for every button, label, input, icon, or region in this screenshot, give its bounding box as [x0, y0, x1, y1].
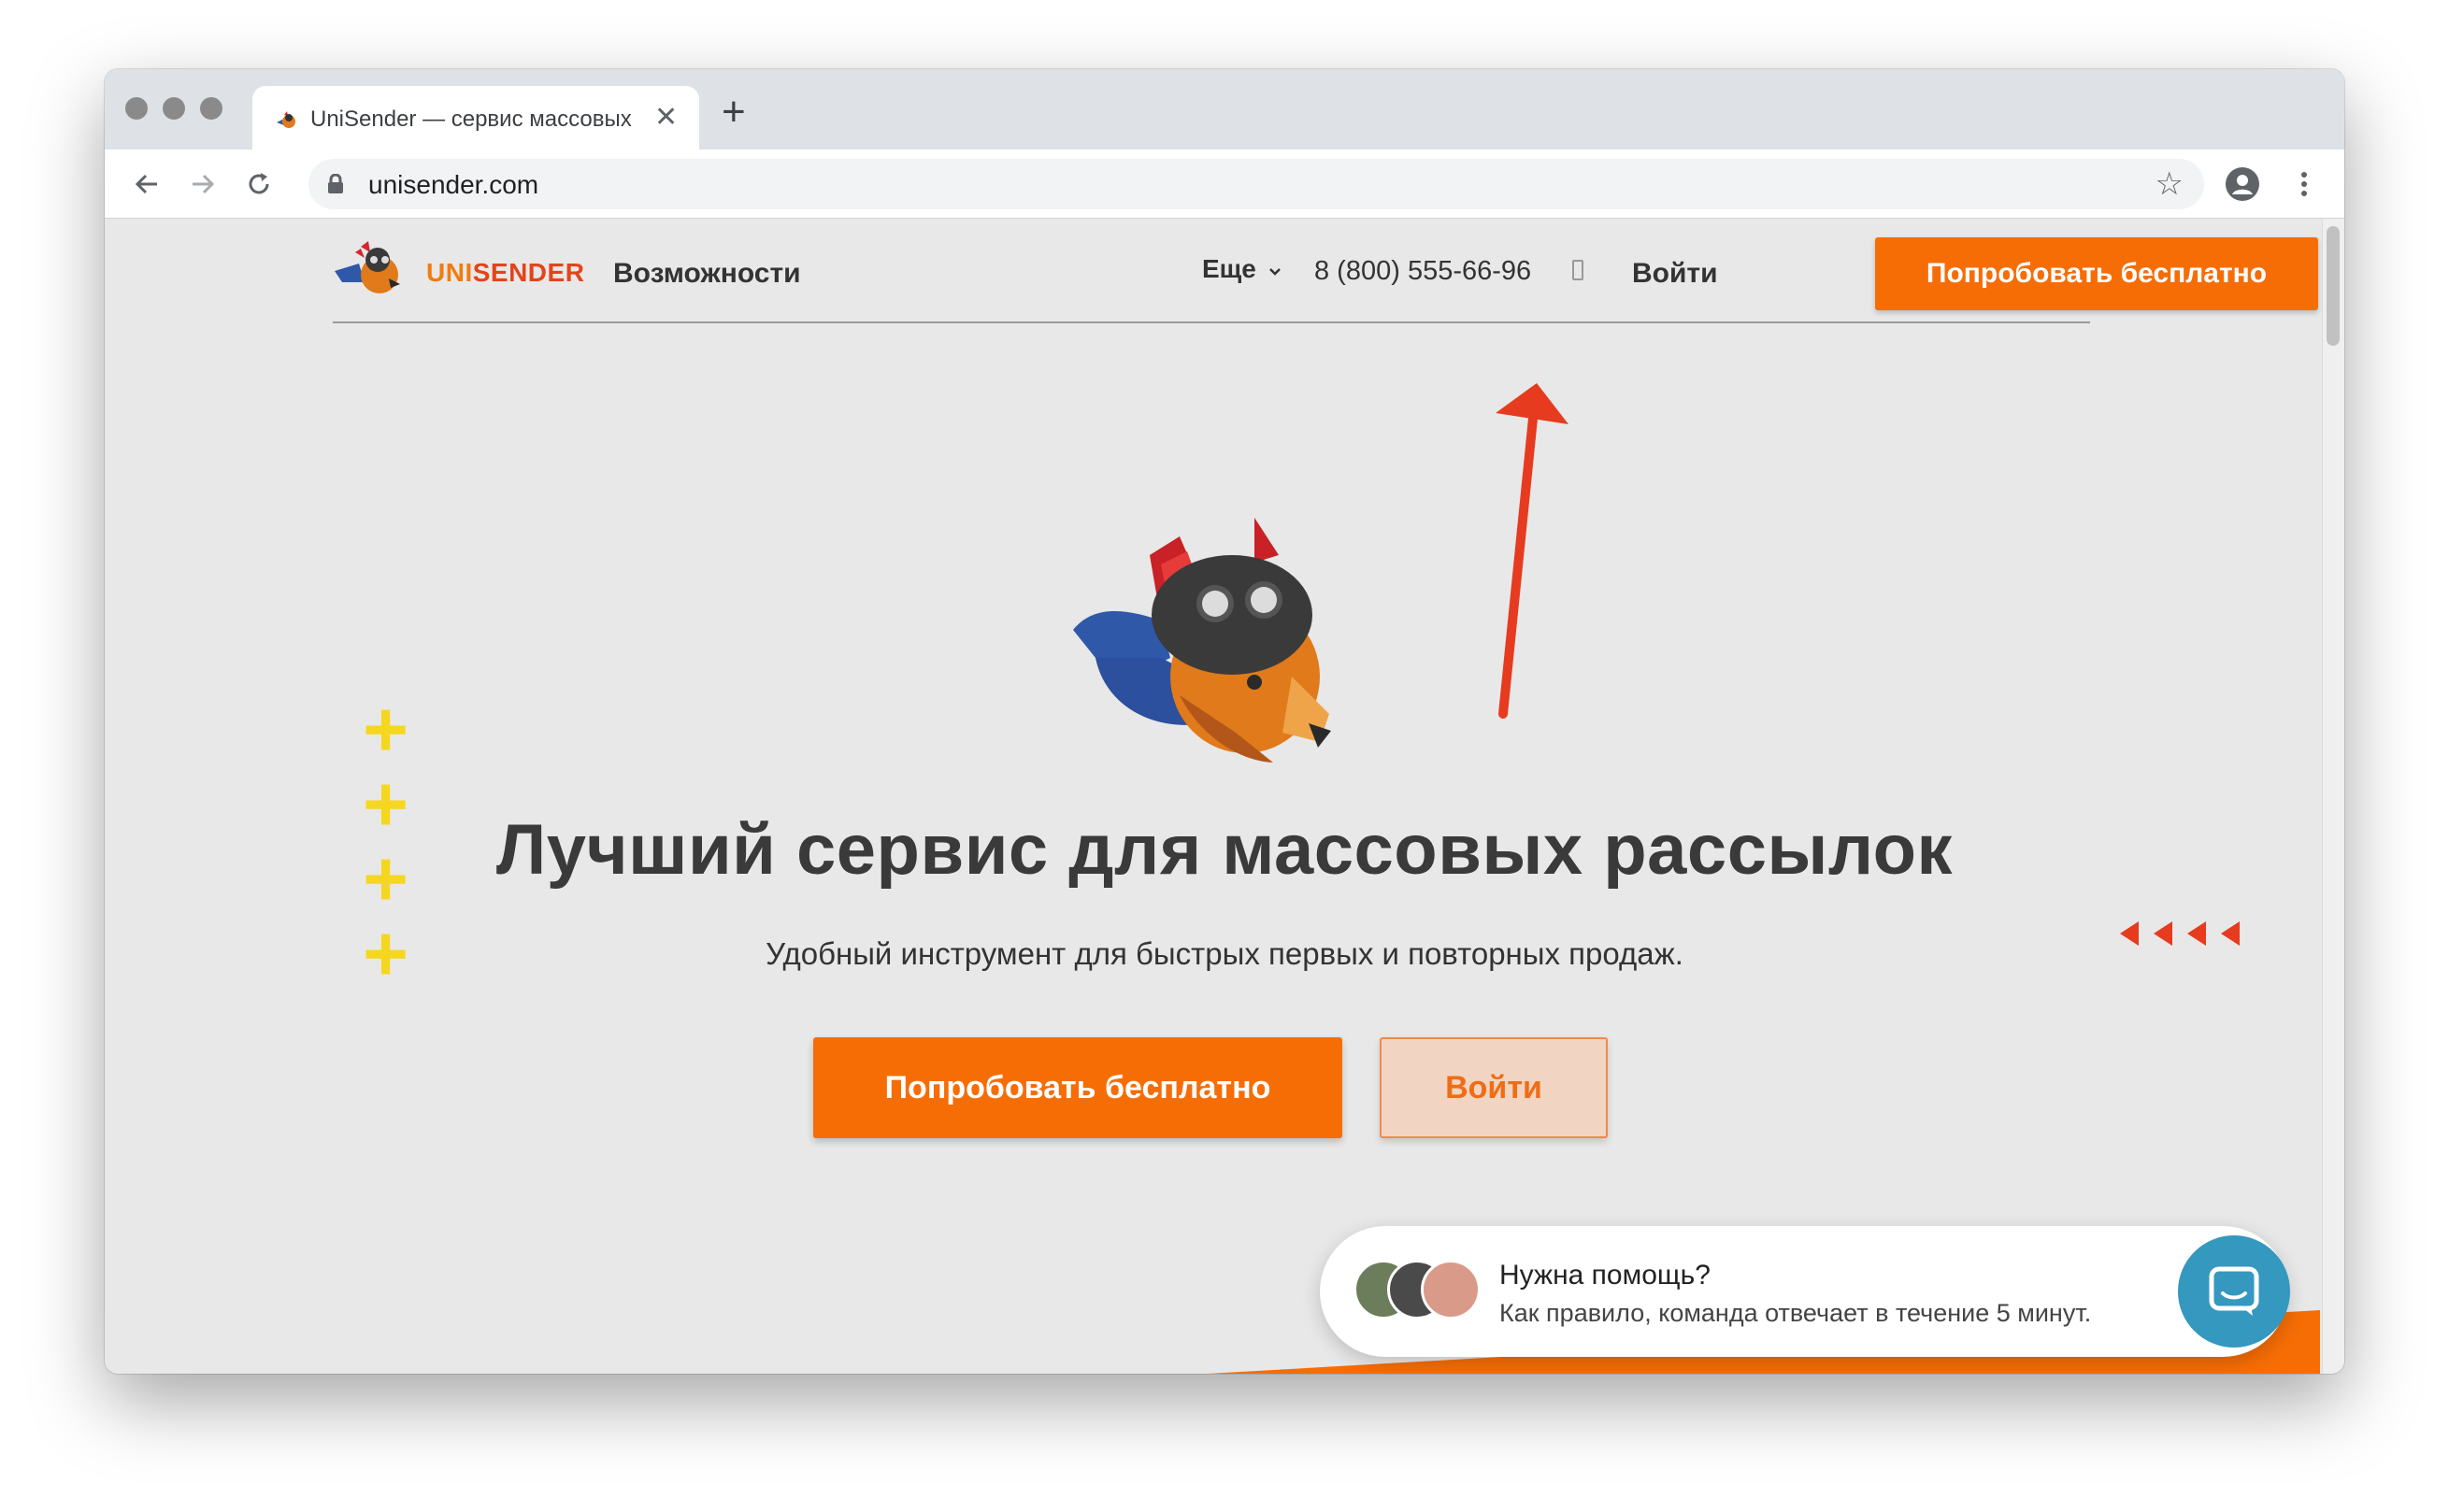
tab-bar: UniSender — сервис массовых рассылок ✕ +	[105, 69, 2344, 151]
unisender-favicon-icon	[277, 111, 295, 128]
profile-button[interactable]	[2221, 163, 2264, 206]
support-chat-widget[interactable]: Нужна помощь? Как правило, команда отвеч…	[1320, 1226, 2290, 1357]
annotation-arrow	[1496, 383, 1568, 719]
menu-button[interactable]	[2283, 163, 2326, 206]
browser-tab[interactable]: UniSender — сервис массовых рассылок ✕	[252, 86, 699, 151]
page-scrollbar[interactable]	[2322, 219, 2344, 1374]
kebab-menu-icon	[2301, 172, 2307, 196]
bookmark-star-icon[interactable]: ☆	[2155, 166, 2184, 202]
chat-subtitle: Как правило, команда отвечает в течение …	[1499, 1299, 2092, 1327]
tab-close-icon[interactable]: ✕	[654, 102, 678, 134]
new-tab-button[interactable]: +	[722, 92, 746, 133]
chat-title: Нужна помощь?	[1499, 1260, 1711, 1291]
reload-icon	[249, 173, 269, 194]
open-chat-button[interactable]	[2178, 1235, 2290, 1348]
maximize-window-button[interactable]	[200, 97, 222, 120]
arrow-left-icon	[135, 174, 157, 194]
account-icon	[2226, 167, 2259, 201]
lock-icon	[328, 174, 343, 193]
forward-button[interactable]	[181, 163, 224, 206]
browser-toolbar: unisender.com ☆	[105, 150, 2344, 219]
browser-window: UniSender — сервис массовых рассылок ✕ +…	[105, 69, 2344, 1374]
arrow-right-icon	[193, 174, 215, 194]
address-bar[interactable]: unisender.com ☆	[308, 159, 2204, 209]
chat-bubble-icon	[2209, 1266, 2259, 1316]
reload-button[interactable]	[237, 163, 280, 206]
close-window-button[interactable]	[125, 97, 148, 120]
minimize-window-button[interactable]	[163, 97, 185, 120]
support-avatar	[1421, 1260, 1481, 1319]
scrollbar-thumb[interactable]	[2327, 226, 2340, 346]
url-text: unisender.com	[368, 170, 539, 199]
back-button[interactable]	[125, 163, 168, 206]
page-content: UNISENDER Возможности Еще 8 (800) 555-66…	[105, 219, 2344, 1374]
tab-title: UniSender — сервис массовых рассылок	[310, 107, 637, 132]
